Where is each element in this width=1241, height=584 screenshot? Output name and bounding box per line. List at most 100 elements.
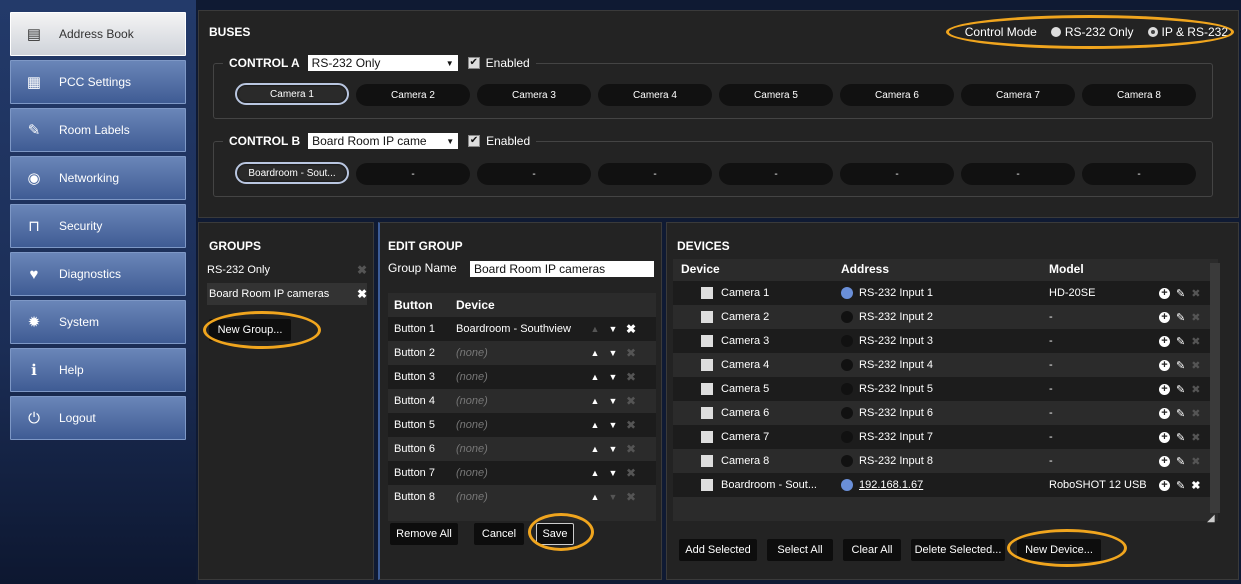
arrow-up-icon[interactable]: ▲ xyxy=(586,372,604,382)
sidebar-item-diagnostics[interactable]: ♥ Diagnostics xyxy=(10,252,186,296)
arrow-up-icon[interactable]: ▲ xyxy=(586,420,604,430)
sidebar-item-help[interactable]: ℹ Help xyxy=(10,348,186,392)
row-checkbox[interactable] xyxy=(701,479,713,491)
close-icon[interactable]: ✖ xyxy=(622,322,640,336)
add-selected-button[interactable]: Add Selected xyxy=(679,539,757,561)
edit-icon[interactable]: ✎ xyxy=(1176,455,1185,468)
control-a-select[interactable]: RS-232 Only ▼ xyxy=(307,55,458,71)
row-checkbox[interactable] xyxy=(701,407,713,419)
edit-icon[interactable]: ✎ xyxy=(1176,479,1185,492)
close-icon[interactable]: ✖ xyxy=(622,418,640,432)
arrow-down-icon[interactable]: ▼ xyxy=(604,420,622,430)
sidebar-item-logout[interactable]: ⏻ Logout xyxy=(10,396,186,440)
edit-icon[interactable]: ✎ xyxy=(1176,431,1185,444)
add-icon[interactable]: + xyxy=(1159,335,1170,347)
close-icon[interactable]: ✖ xyxy=(1191,359,1200,372)
close-icon[interactable]: ✖ xyxy=(622,490,640,504)
control-b-select[interactable]: Board Room IP came ▼ xyxy=(308,133,459,149)
group-item-board-room[interactable]: Board Room IP cameras ✖ xyxy=(207,283,367,305)
arrow-down-icon[interactable]: ▼ xyxy=(604,468,622,478)
edit-icon[interactable]: ✎ xyxy=(1176,335,1185,348)
control-b-button-8[interactable]: - xyxy=(1082,163,1196,185)
control-a-button-4[interactable]: Camera 4 xyxy=(598,84,712,106)
row-address-link[interactable]: 192.168.1.67 xyxy=(859,479,1049,491)
arrow-down-icon[interactable]: ▼ xyxy=(604,492,622,502)
add-icon[interactable]: + xyxy=(1159,407,1170,419)
control-a-button-8[interactable]: Camera 8 xyxy=(1082,84,1196,106)
clear-all-button[interactable]: Clear All xyxy=(843,539,901,561)
control-b-enabled-checkbox[interactable]: ✔ xyxy=(468,135,481,147)
add-icon[interactable]: + xyxy=(1159,287,1170,299)
mode-ip-rs232-radio[interactable] xyxy=(1147,27,1158,37)
cancel-button[interactable]: Cancel xyxy=(474,523,524,545)
control-b-button-6[interactable]: - xyxy=(840,163,954,185)
mode-rs232-radio[interactable] xyxy=(1050,27,1061,37)
sidebar-item-room-labels[interactable]: ✎ Room Labels xyxy=(10,108,186,152)
close-icon[interactable]: ✖ xyxy=(1191,311,1200,324)
arrow-up-icon[interactable]: ▲ xyxy=(586,492,604,502)
arrow-down-icon[interactable]: ▼ xyxy=(604,348,622,358)
arrow-up-icon[interactable]: ▲ xyxy=(586,348,604,358)
add-icon[interactable]: + xyxy=(1159,455,1170,467)
new-group-button[interactable]: New Group... xyxy=(209,319,291,341)
row-checkbox[interactable] xyxy=(701,311,713,323)
close-icon[interactable]: ✖ xyxy=(1191,335,1200,348)
control-b-button-4[interactable]: - xyxy=(598,163,712,185)
edit-icon[interactable]: ✎ xyxy=(1176,383,1185,396)
close-icon[interactable]: ✖ xyxy=(1191,407,1200,420)
save-button[interactable]: Save xyxy=(536,523,574,545)
sidebar-item-address-book[interactable]: ▤ Address Book xyxy=(10,12,186,56)
control-b-button-7[interactable]: - xyxy=(961,163,1075,185)
close-icon[interactable]: ✖ xyxy=(622,394,640,408)
close-icon[interactable]: ✖ xyxy=(622,346,640,360)
row-checkbox[interactable] xyxy=(701,383,713,395)
close-icon[interactable]: ✖ xyxy=(622,442,640,456)
close-icon[interactable]: ✖ xyxy=(1191,383,1200,396)
group-item-rs232[interactable]: RS-232 Only ✖ xyxy=(207,259,367,281)
close-icon[interactable]: ✖ xyxy=(1191,431,1200,444)
control-a-button-6[interactable]: Camera 6 xyxy=(840,84,954,106)
close-icon[interactable]: ✖ xyxy=(1191,479,1200,492)
add-icon[interactable]: + xyxy=(1159,311,1170,323)
add-icon[interactable]: + xyxy=(1159,479,1170,491)
arrow-up-icon[interactable]: ▲ xyxy=(586,468,604,478)
control-b-button-2[interactable]: - xyxy=(356,163,470,185)
arrow-up-icon[interactable]: ▲ xyxy=(586,444,604,454)
remove-all-button[interactable]: Remove All xyxy=(390,523,458,545)
close-icon[interactable]: ✖ xyxy=(622,466,640,480)
control-a-button-3[interactable]: Camera 3 xyxy=(477,84,591,106)
add-icon[interactable]: + xyxy=(1159,359,1170,371)
arrow-down-icon[interactable]: ▼ xyxy=(604,372,622,382)
select-all-button[interactable]: Select All xyxy=(767,539,833,561)
add-icon[interactable]: + xyxy=(1159,383,1170,395)
close-icon[interactable]: ✖ xyxy=(357,263,367,277)
arrow-down-icon[interactable]: ▼ xyxy=(604,444,622,454)
row-checkbox[interactable] xyxy=(701,455,713,467)
close-icon[interactable]: ✖ xyxy=(622,370,640,384)
arrow-up-icon[interactable]: ▲ xyxy=(586,396,604,406)
arrow-down-icon[interactable]: ▼ xyxy=(604,324,622,334)
close-icon[interactable]: ✖ xyxy=(357,287,367,301)
close-icon[interactable]: ✖ xyxy=(1191,287,1200,300)
close-icon[interactable]: ✖ xyxy=(1191,455,1200,468)
add-icon[interactable]: + xyxy=(1159,431,1170,443)
control-a-button-1[interactable]: Camera 1 xyxy=(235,83,349,105)
row-checkbox[interactable] xyxy=(701,287,713,299)
new-device-button[interactable]: New Device... xyxy=(1017,539,1101,561)
sidebar-item-security[interactable]: ⊓ Security xyxy=(10,204,186,248)
sidebar-item-pcc-settings[interactable]: ▦ PCC Settings xyxy=(10,60,186,104)
control-a-button-2[interactable]: Camera 2 xyxy=(356,84,470,106)
sidebar-item-networking[interactable]: ◉ Networking xyxy=(10,156,186,200)
row-checkbox[interactable] xyxy=(701,335,713,347)
scrollbar[interactable] xyxy=(1210,263,1220,513)
control-a-button-5[interactable]: Camera 5 xyxy=(719,84,833,106)
edit-icon[interactable]: ✎ xyxy=(1176,359,1185,372)
control-a-enabled-checkbox[interactable]: ✔ xyxy=(467,57,480,69)
arrow-up-icon[interactable]: ▲ xyxy=(586,324,604,334)
control-b-button-5[interactable]: - xyxy=(719,163,833,185)
arrow-down-icon[interactable]: ▼ xyxy=(604,396,622,406)
edit-icon[interactable]: ✎ xyxy=(1176,287,1185,300)
delete-selected-button[interactable]: Delete Selected... xyxy=(911,539,1005,561)
row-checkbox[interactable] xyxy=(701,431,713,443)
control-a-button-7[interactable]: Camera 7 xyxy=(961,84,1075,106)
